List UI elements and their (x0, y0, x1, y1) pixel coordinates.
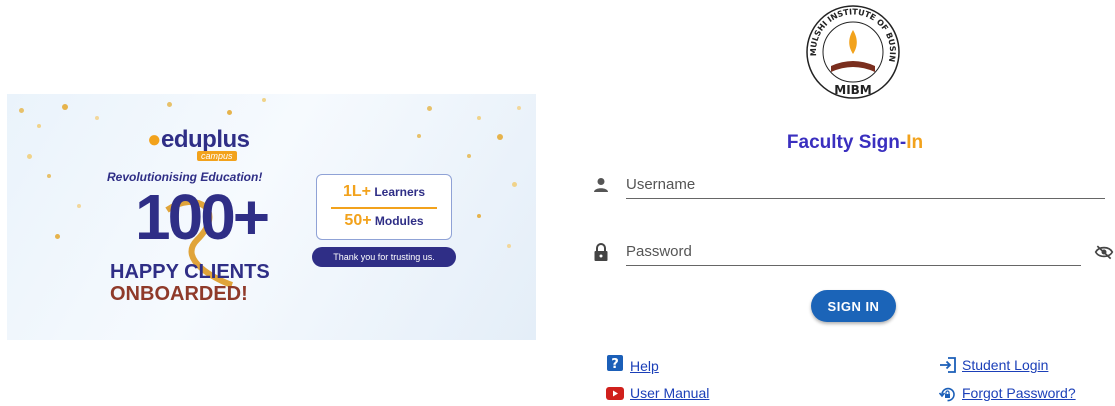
visibility-off-icon[interactable] (1094, 244, 1114, 260)
thanks-pill: Thank you for trusting us. (312, 247, 456, 267)
svg-text:?: ? (611, 357, 619, 371)
lock-reset-icon (939, 387, 955, 402)
confetti-dot (55, 234, 60, 239)
confetti-dot (95, 116, 99, 120)
logo-abbr: MIBM (834, 83, 872, 97)
confetti-dot (77, 204, 81, 208)
confetti-dot (47, 174, 51, 178)
confetti-dot (517, 106, 521, 110)
stats-box: 1L+ Learners 50+ Modules (316, 174, 452, 240)
confetti-dot (27, 154, 32, 159)
stat-learners: 1L+ Learners (342, 183, 426, 200)
confetti-dot (477, 214, 481, 218)
happy-clients-text: HAPPY CLIENTS (110, 261, 270, 283)
confetti-dot (227, 110, 232, 115)
student-login-link[interactable]: Student Login (962, 357, 1048, 373)
eduplus-logo-mark: ● (147, 126, 162, 153)
confetti-dot (507, 244, 511, 248)
forgot-password-link[interactable]: Forgot Password? (962, 385, 1076, 401)
onboarded-text: ONBOARDED! (110, 283, 248, 305)
confetti-dot (19, 108, 24, 113)
stats-divider (331, 207, 437, 209)
help-icon: ? (607, 355, 623, 371)
confetti-dot (477, 116, 481, 120)
confetti-dot (167, 102, 172, 107)
eduplus-logo: ●eduplus (147, 126, 250, 153)
stat-modules: 50+ Modules (344, 212, 424, 229)
confetti-dot (37, 124, 41, 128)
confetti-dot (427, 106, 432, 111)
confetti-dot (512, 182, 517, 187)
login-icon (940, 357, 956, 373)
youtube-icon (606, 387, 624, 400)
person-icon (594, 178, 608, 192)
page-title: Faculty Sign-In (786, 132, 924, 153)
username-input[interactable] (626, 176, 1105, 199)
confetti-dot (467, 154, 471, 158)
lock-icon (594, 243, 608, 261)
user-manual-link[interactable]: User Manual (630, 385, 709, 401)
clients-count: 100+ (135, 181, 270, 253)
confetti-dot (417, 134, 421, 138)
confetti-dot (62, 104, 68, 110)
campus-tag: campus (197, 151, 237, 161)
help-link[interactable]: Help (630, 358, 659, 374)
confetti-dot (262, 98, 266, 102)
password-input[interactable] (626, 243, 1081, 266)
institute-logo: MULSHI INSTITUTE OF BUSINESS MANAGEMENT … (803, 2, 900, 99)
promo-banner: ●eduplus campus Revolutionising Educatio… (7, 94, 536, 340)
confetti-dot (497, 134, 503, 140)
sign-in-button[interactable]: SIGN IN (811, 290, 896, 322)
